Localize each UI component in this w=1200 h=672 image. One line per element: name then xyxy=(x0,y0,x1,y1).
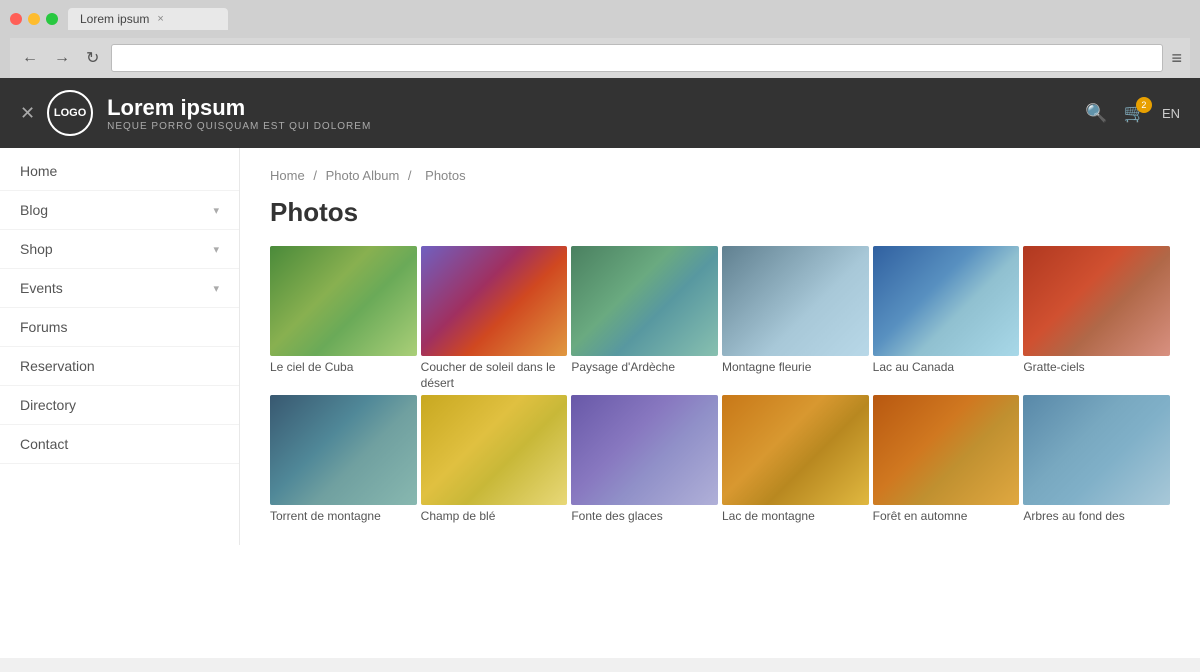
photo-item[interactable]: Lac au Canada xyxy=(873,246,1020,391)
main-content: Home / Photo Album / Photos Photos Le ci… xyxy=(240,148,1200,545)
page-title: Photos xyxy=(270,197,1170,228)
site-header: ✕ LOGO Lorem ipsum NEQUE PORRO QUISQUAM … xyxy=(0,78,1200,148)
photo-caption: Paysage d'Ardèche xyxy=(571,360,718,376)
photo-caption: Forêt en automne xyxy=(873,509,1020,525)
breadcrumb-current: Photos xyxy=(425,168,465,183)
photo-thumbnail xyxy=(873,395,1020,505)
sidebar-item-forums[interactable]: Forums xyxy=(0,308,239,347)
language-button[interactable]: EN xyxy=(1162,106,1180,121)
header-brand: Lorem ipsum NEQUE PORRO QUISQUAM EST QUI… xyxy=(107,95,371,132)
photo-caption: Torrent de montagne xyxy=(270,509,417,525)
photo-thumbnail xyxy=(571,246,718,356)
photo-thumbnail xyxy=(722,395,869,505)
photo-item[interactable]: Torrent de montagne xyxy=(270,395,417,525)
sidebar-item-label: Shop xyxy=(20,241,53,257)
refresh-button[interactable]: ↻ xyxy=(82,46,103,70)
chevron-down-icon: ▾ xyxy=(213,282,219,295)
photo-caption: Arbres au fond des xyxy=(1023,509,1170,525)
browser-tab[interactable]: Lorem ipsum × xyxy=(68,8,228,30)
photo-caption: Lac de montagne xyxy=(722,509,869,525)
cart-icon[interactable]: 🛒 2 xyxy=(1124,103,1146,124)
search-icon[interactable]: 🔍 xyxy=(1085,103,1107,124)
photo-item[interactable]: Fonte des glaces xyxy=(571,395,718,525)
tab-label: Lorem ipsum xyxy=(80,12,149,26)
photo-item[interactable]: Coucher de soleil dans le désert xyxy=(421,246,568,391)
sidebar-item-label: Contact xyxy=(20,436,68,452)
sidebar-item-label: Blog xyxy=(20,202,48,218)
sidebar-item-shop[interactable]: Shop ▾ xyxy=(0,230,239,269)
sidebar: Home Blog ▾ Shop ▾ Events ▾ Forums Reser… xyxy=(0,148,240,545)
sidebar-item-label: Directory xyxy=(20,397,76,413)
header-close-icon[interactable]: ✕ xyxy=(20,103,35,124)
photo-caption: Fonte des glaces xyxy=(571,509,718,525)
browser-dots xyxy=(10,13,58,25)
photo-thumbnail xyxy=(1023,395,1170,505)
photo-thumbnail xyxy=(571,395,718,505)
breadcrumb-home[interactable]: Home xyxy=(270,168,305,183)
sidebar-item-label: Reservation xyxy=(20,358,95,374)
photo-thumbnail xyxy=(421,246,568,356)
photo-thumbnail xyxy=(873,246,1020,356)
sidebar-item-reservation[interactable]: Reservation xyxy=(0,347,239,386)
dot-yellow xyxy=(28,13,40,25)
photo-item[interactable]: Champ de blé xyxy=(421,395,568,525)
photo-caption: Gratte-ciels xyxy=(1023,360,1170,376)
sidebar-item-contact[interactable]: Contact xyxy=(0,425,239,464)
cart-badge: 2 xyxy=(1136,97,1152,113)
photo-item[interactable]: Lac de montagne xyxy=(722,395,869,525)
forward-button[interactable]: → xyxy=(50,47,74,69)
photo-caption: Montagne fleurie xyxy=(722,360,869,376)
sidebar-item-home[interactable]: Home xyxy=(0,152,239,191)
photo-item[interactable]: Le ciel de Cuba xyxy=(270,246,417,391)
sidebar-item-label: Events xyxy=(20,280,63,296)
breadcrumb-album[interactable]: Photo Album xyxy=(326,168,400,183)
site-body: Home Blog ▾ Shop ▾ Events ▾ Forums Reser… xyxy=(0,148,1200,545)
header-right: 🔍 🛒 2 EN xyxy=(1085,103,1180,124)
sidebar-item-directory[interactable]: Directory xyxy=(0,386,239,425)
photo-thumbnail xyxy=(270,395,417,505)
chevron-down-icon: ▾ xyxy=(213,243,219,256)
photo-thumbnail xyxy=(421,395,568,505)
photo-item[interactable]: Paysage d'Ardèche xyxy=(571,246,718,391)
brand-name: Lorem ipsum xyxy=(107,95,371,121)
breadcrumb-sep1: / xyxy=(313,168,317,183)
browser-menu-button[interactable]: ≡ xyxy=(1171,48,1182,69)
sidebar-item-events[interactable]: Events ▾ xyxy=(0,269,239,308)
photo-thumbnail xyxy=(722,246,869,356)
sidebar-item-label: Forums xyxy=(20,319,67,335)
breadcrumb-sep2: / xyxy=(408,168,412,183)
photo-thumbnail xyxy=(1023,246,1170,356)
photo-thumbnail xyxy=(270,246,417,356)
site-wrapper: ✕ LOGO Lorem ipsum NEQUE PORRO QUISQUAM … xyxy=(0,78,1200,658)
photo-grid: Le ciel de CubaCoucher de soleil dans le… xyxy=(270,246,1170,525)
sidebar-item-blog[interactable]: Blog ▾ xyxy=(0,191,239,230)
photo-caption: Lac au Canada xyxy=(873,360,1020,376)
photo-caption: Coucher de soleil dans le désert xyxy=(421,360,568,391)
browser-title-bar: Lorem ipsum × xyxy=(10,8,1190,30)
photo-item[interactable]: Gratte-ciels xyxy=(1023,246,1170,391)
dot-red xyxy=(10,13,22,25)
photo-caption: Le ciel de Cuba xyxy=(270,360,417,376)
breadcrumb: Home / Photo Album / Photos xyxy=(270,168,1170,183)
back-button[interactable]: ← xyxy=(18,47,42,69)
chevron-down-icon: ▾ xyxy=(213,204,219,217)
photo-item[interactable]: Arbres au fond des xyxy=(1023,395,1170,525)
browser-chrome: Lorem ipsum × ← → ↻ ≡ xyxy=(0,0,1200,78)
photo-caption: Champ de blé xyxy=(421,509,568,525)
tab-close-button[interactable]: × xyxy=(157,13,163,25)
photo-item[interactable]: Montagne fleurie xyxy=(722,246,869,391)
brand-tagline: NEQUE PORRO QUISQUAM EST QUI DOLOREM xyxy=(107,121,371,132)
sidebar-item-label: Home xyxy=(20,163,57,179)
logo-circle: LOGO xyxy=(47,90,93,136)
browser-nav-bar: ← → ↻ ≡ xyxy=(10,38,1190,78)
photo-item[interactable]: Forêt en automne xyxy=(873,395,1020,525)
address-bar[interactable] xyxy=(111,44,1163,72)
dot-green xyxy=(46,13,58,25)
